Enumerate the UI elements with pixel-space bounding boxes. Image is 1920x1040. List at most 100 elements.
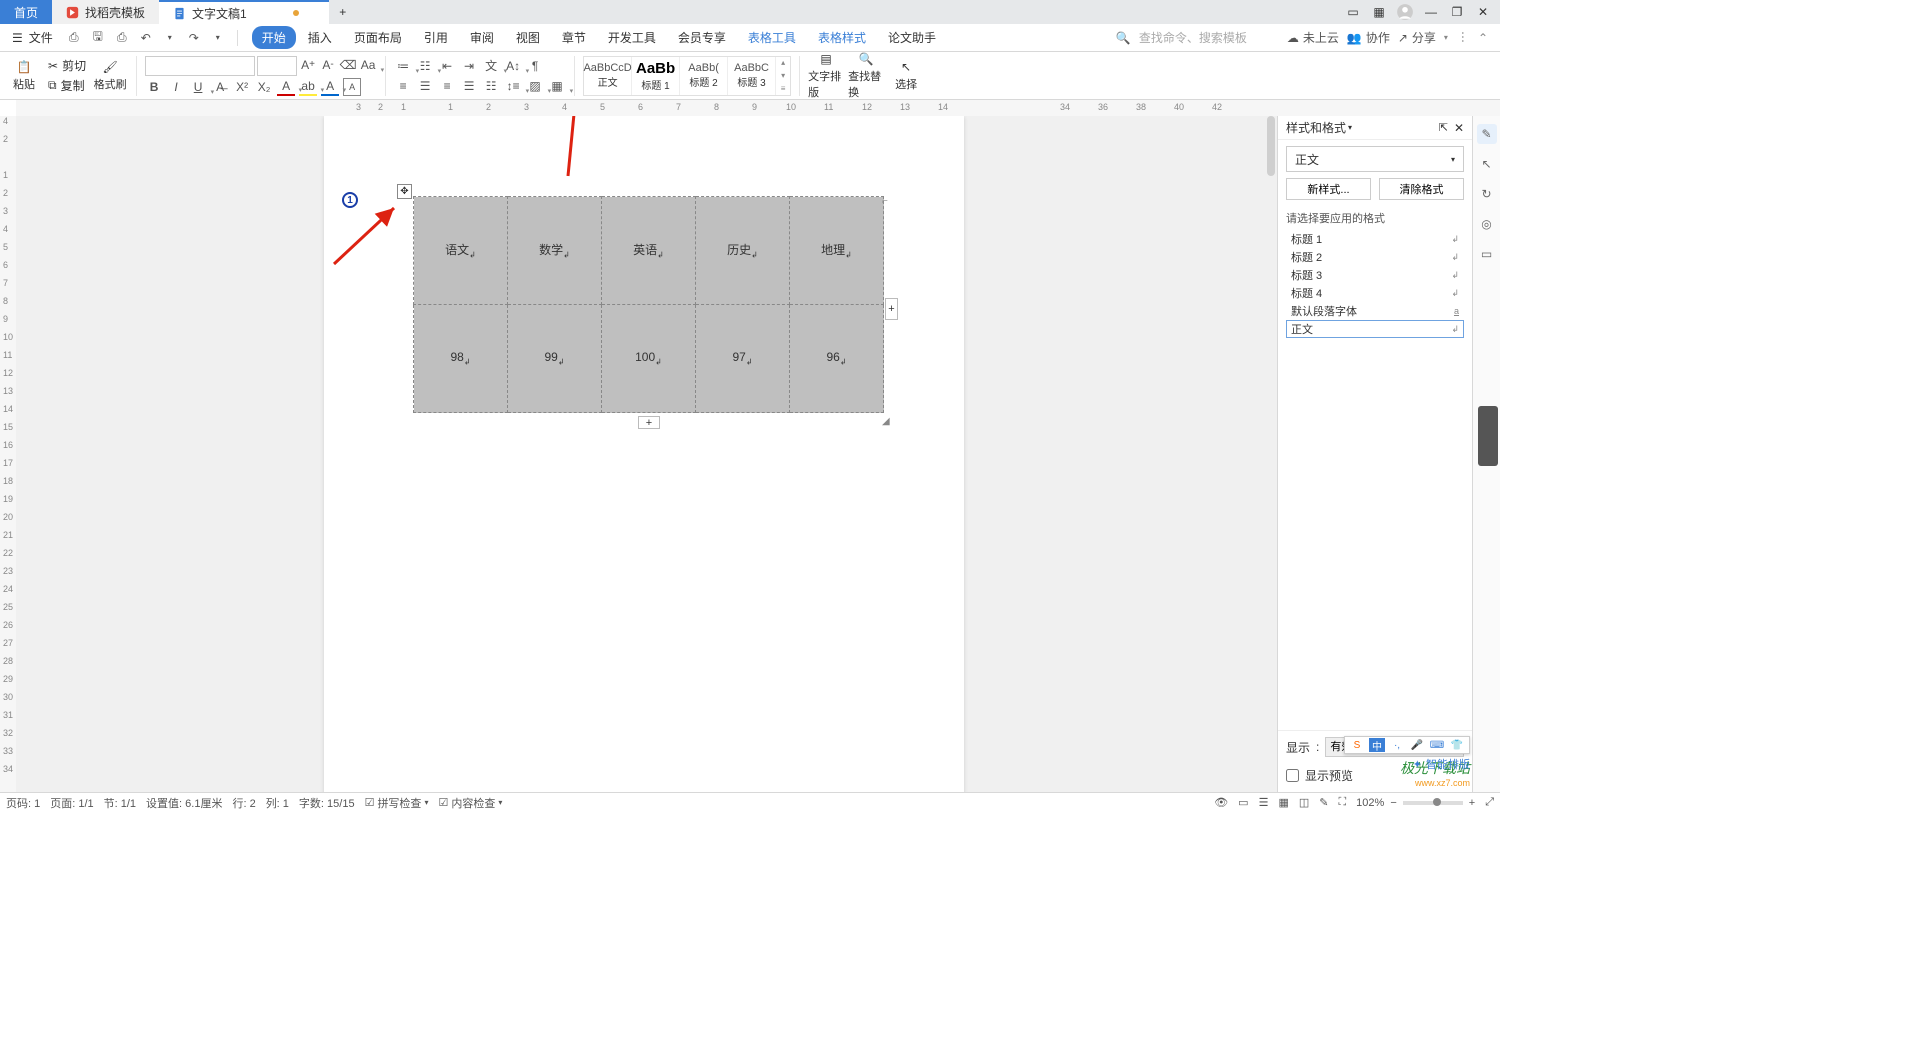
status-position[interactable]: 设置值: 6.1厘米 — [146, 795, 222, 811]
status-line[interactable]: 行: 2 — [232, 795, 255, 811]
target-icon[interactable]: ◎ — [1477, 214, 1497, 234]
format-painter-button[interactable]: 🖌 格式刷 — [92, 60, 128, 92]
table-cell[interactable]: 历史↲ — [696, 197, 790, 305]
increase-font-icon[interactable]: A+ — [299, 56, 317, 74]
maximize-button[interactable]: ❐ — [1448, 3, 1466, 21]
table-row[interactable]: 语文↲ 数学↲ 英语↲ 历史↲ 地理↲ — [414, 197, 884, 305]
view-web-icon[interactable]: ▦ — [1278, 796, 1288, 809]
apps-icon[interactable]: ▦ — [1370, 3, 1388, 21]
tab-home[interactable]: 首页 — [0, 0, 52, 24]
collapse-ribbon-icon[interactable]: ⌃ — [1478, 31, 1488, 45]
table-resize-handle[interactable]: ◢ — [882, 416, 890, 427]
document-canvas[interactable]: ✥ 语文↲ 数学↲ 英语↲ 历史↲ 地理↲ 98↲ 99↲ 100↲ 97↲ 9… — [16, 116, 1265, 792]
table-cell[interactable]: 97↲ — [696, 305, 790, 413]
table-cell[interactable]: 96↲ — [790, 305, 884, 413]
tab-template[interactable]: 找稻壳模板 — [52, 0, 159, 24]
char-border-button[interactable]: A — [343, 78, 361, 96]
file-menu[interactable]: ☰ 文件 — [6, 29, 59, 46]
fullscreen-icon[interactable]: ⤢ — [1485, 796, 1494, 809]
style-list-item[interactable]: 标题 4↲ — [1286, 284, 1464, 302]
zoom-control[interactable]: 102% − + — [1356, 797, 1475, 809]
superscript-button[interactable]: X² — [233, 78, 251, 96]
copy-button[interactable]: ⧉复制 — [46, 77, 88, 95]
smart-layout-button[interactable]: ✦ 智能排版 — [1413, 756, 1470, 772]
align-vert-icon[interactable]: A↕ — [504, 57, 522, 75]
close-button[interactable]: ✕ — [1474, 3, 1492, 21]
table-cell[interactable]: 语文↲ — [414, 197, 508, 305]
ribbon-tab-view[interactable]: 视图 — [506, 26, 550, 49]
print-preview-icon[interactable]: ⎙ — [65, 29, 83, 47]
new-tab-button[interactable]: + — [329, 0, 357, 24]
new-style-button[interactable]: 新样式... — [1286, 178, 1371, 200]
style-item-h2[interactable]: AaBb(标题 2 — [680, 57, 728, 95]
text-direction-icon[interactable]: 文 — [482, 57, 500, 75]
ribbon-tab-review[interactable]: 审阅 — [460, 26, 504, 49]
align-center-icon[interactable]: ☰ — [416, 77, 434, 95]
status-col[interactable]: 列: 1 — [266, 795, 289, 811]
command-search-input[interactable]: 查找命令、搜索模板 — [1139, 29, 1279, 46]
ribbon-tab-layout[interactable]: 页面布局 — [344, 26, 412, 49]
layout-icon[interactable]: ▭ — [1344, 3, 1362, 21]
find-replace-button[interactable]: 🔍查找替换 — [848, 52, 884, 100]
show-marks-icon[interactable]: ¶ — [526, 57, 544, 75]
view-outline-icon[interactable]: ☰ — [1259, 796, 1269, 809]
table-add-row-button[interactable]: + — [638, 416, 660, 429]
status-doc-check[interactable]: ☑内容检查 ▾ — [438, 795, 502, 811]
clear-format-button[interactable]: 清除格式 — [1379, 178, 1464, 200]
view-read-icon[interactable]: ◫ — [1299, 796, 1309, 809]
align-left-icon[interactable]: ≡ — [394, 77, 412, 95]
view-page-icon[interactable]: ▭ — [1238, 796, 1248, 809]
status-words[interactable]: 字数: 15/15 — [299, 795, 355, 811]
ribbon-tab-section[interactable]: 章节 — [552, 26, 596, 49]
bold-button[interactable]: B — [145, 78, 163, 96]
table-cell[interactable]: 地理↲ — [790, 197, 884, 305]
pin-icon[interactable]: ⇱ — [1439, 121, 1448, 134]
table-move-handle[interactable]: ✥ — [397, 184, 412, 199]
pencil-icon[interactable]: ✎ — [1477, 124, 1497, 144]
save-icon[interactable]: 🖫 — [89, 29, 107, 47]
collab-button[interactable]: 👥协作 — [1347, 29, 1390, 46]
ime-toolbar[interactable]: S 中 ·, 🎤 ⌨ 👕 — [1344, 736, 1470, 754]
ribbon-tab-insert[interactable]: 插入 — [298, 26, 342, 49]
fit-icon[interactable]: ⛶ — [1338, 796, 1346, 809]
align-right-icon[interactable]: ≡ — [438, 77, 456, 95]
bullet-list-icon[interactable]: ≔ — [394, 57, 412, 75]
redo-icon[interactable]: ↷ — [185, 29, 203, 47]
style-list-item[interactable]: 标题 2↲ — [1286, 248, 1464, 266]
pointer-icon[interactable]: ↖ — [1477, 154, 1497, 174]
ruler-horizontal[interactable]: 3 2 1 1 2 3 4 5 6 7 8 9 10 11 12 13 14 3… — [16, 100, 1500, 116]
document-table[interactable]: 语文↲ 数学↲ 英语↲ 历史↲ 地理↲ 98↲ 99↲ 100↲ 97↲ 96↲ — [413, 196, 884, 413]
tab-document[interactable]: 文字文稿1 — [159, 0, 329, 24]
ribbon-tab-paper[interactable]: 论文助手 — [878, 26, 946, 49]
strike-button[interactable]: A̶ — [211, 78, 229, 96]
print-icon[interactable]: ⎙ — [113, 29, 131, 47]
font-color-button[interactable]: A — [277, 78, 295, 96]
outdent-icon[interactable]: ⇤ — [438, 57, 456, 75]
table-add-column-button[interactable]: + — [885, 298, 898, 320]
user-avatar[interactable] — [1396, 3, 1414, 21]
status-page-code[interactable]: 页码: 1 — [6, 795, 40, 811]
decrease-font-icon[interactable]: A- — [319, 56, 337, 74]
border-icon[interactable]: ▦ — [548, 77, 566, 95]
style-item-body[interactable]: AaBbCcD正文 — [584, 57, 632, 95]
book-icon[interactable]: ▭ — [1477, 244, 1497, 264]
share-button[interactable]: ↗分享 — [1398, 29, 1436, 46]
style-item-h3[interactable]: AaBbC标题 3 — [728, 57, 776, 95]
status-page[interactable]: 页面: 1/1 — [50, 795, 93, 811]
ribbon-tab-vip[interactable]: 会员专享 — [668, 26, 736, 49]
change-case-icon[interactable]: Aa — [359, 56, 377, 74]
table-cell[interactable]: 英语↲ — [602, 197, 696, 305]
vertical-scrollbar[interactable] — [1265, 116, 1277, 792]
font-size-input[interactable] — [257, 56, 297, 76]
ruler-vertical[interactable]: 4 2 1 2 3 4 5 6 7 8 9 10 11 12 13 14 15 … — [0, 116, 16, 792]
chevron-down-icon[interactable]: ▾ — [1444, 33, 1448, 42]
table-cell[interactable]: 数学↲ — [508, 197, 602, 305]
table-cell[interactable]: 99↲ — [508, 305, 602, 413]
zoom-in-button[interactable]: + — [1469, 797, 1475, 809]
ribbon-tab-table-tools[interactable]: 表格工具 — [738, 26, 806, 49]
status-section[interactable]: 节: 1/1 — [104, 795, 136, 811]
table-corner-handle[interactable]: ⌐ — [882, 196, 888, 207]
style-item-h1[interactable]: AaBb标题 1 — [632, 57, 680, 95]
table-cell[interactable]: 98↲ — [414, 305, 508, 413]
ribbon-tab-reference[interactable]: 引用 — [414, 26, 458, 49]
